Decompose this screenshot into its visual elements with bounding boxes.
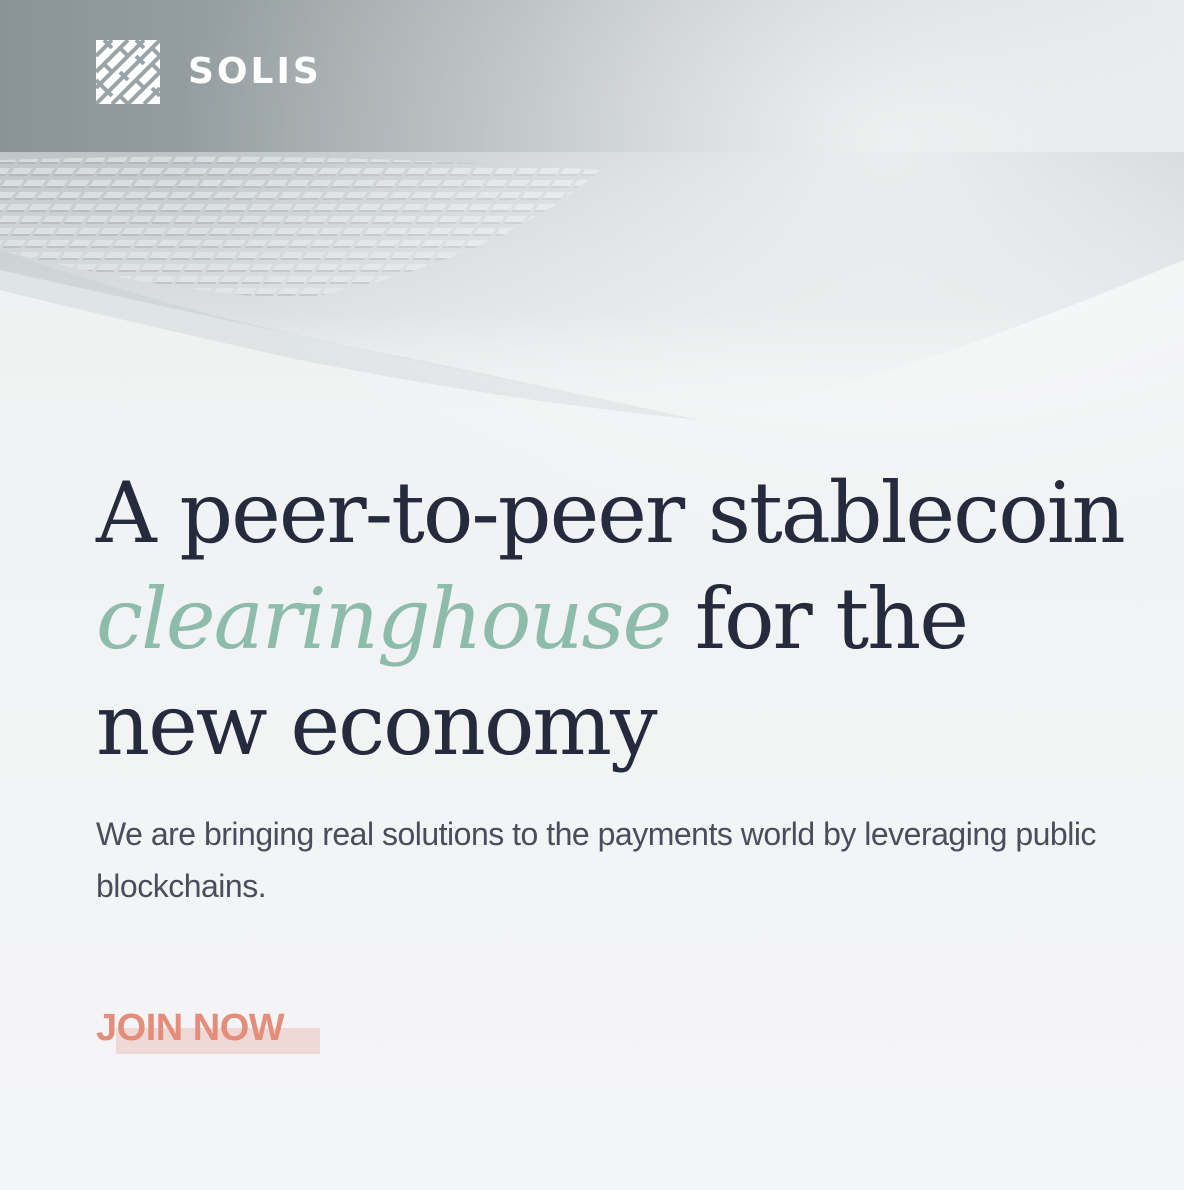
hero-headline: A peer-to-peer stablecoin clearinghouse … [96,460,1156,778]
headline-accent: clearinghouse [96,570,672,668]
lattice-logo-icon[interactable] [96,40,160,104]
join-now-button[interactable]: JOIN NOW [96,1006,285,1050]
headline-part1: A peer-to-peer stablecoin [96,464,1126,562]
site-header: SOLIS [0,0,1184,152]
hero-subtitle: We are bringing real solutions to the pa… [96,816,1096,904]
brand-name[interactable]: SOLIS [188,52,322,92]
